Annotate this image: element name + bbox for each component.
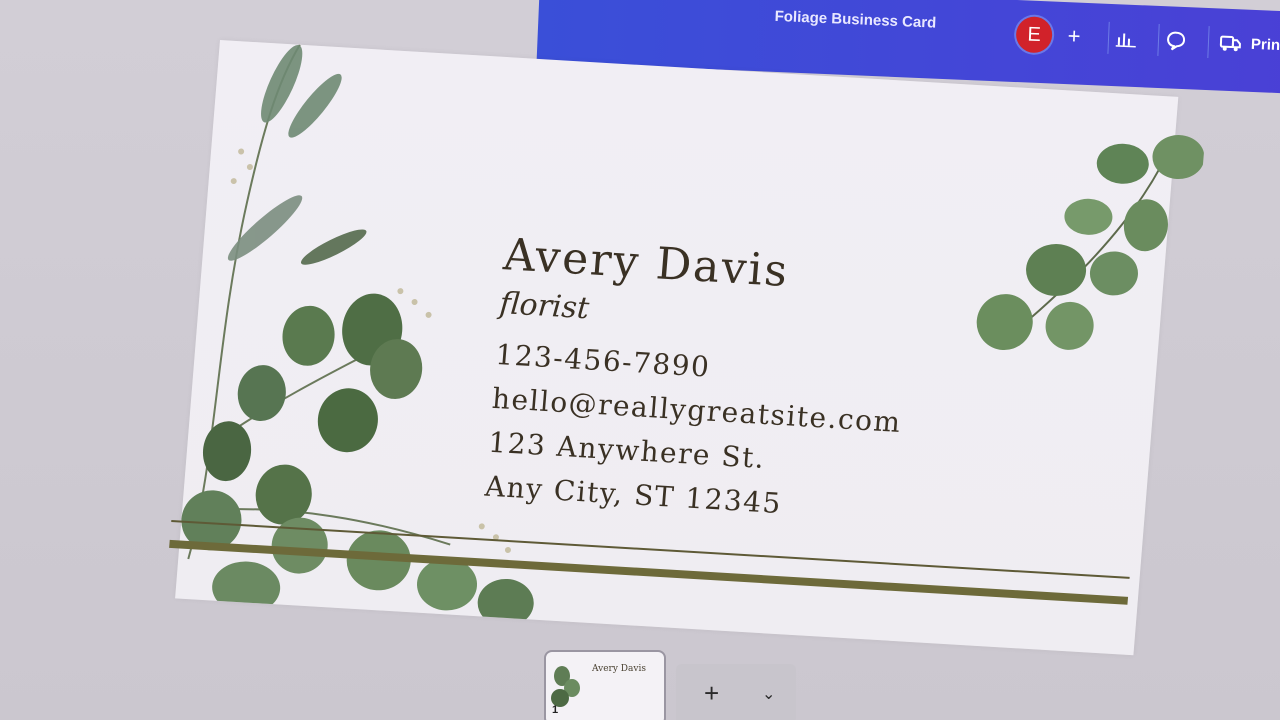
truck-icon (1219, 35, 1241, 52)
add-collaborator-button[interactable]: + (1057, 20, 1090, 53)
business-card-canvas[interactable]: Avery Davis florist 123-456-7890 hello@r… (169, 40, 1205, 656)
bar-chart-icon (1115, 33, 1136, 48)
editor-stage: Foliage Business Card E + Prin Avery Dav… (0, 0, 1280, 720)
insights-button[interactable] (1107, 21, 1144, 56)
page-number: 1 (552, 704, 559, 716)
plus-icon: + (704, 678, 720, 708)
page-thumbnail[interactable]: Avery Davis 1 (544, 650, 666, 720)
print-button[interactable]: Prin (1207, 26, 1280, 65)
document-title[interactable]: Foliage Business Card (774, 8, 936, 32)
thumbnail-name: Avery Davis (592, 664, 646, 674)
chevron-down-icon[interactable]: ⌄ (762, 684, 775, 703)
user-avatar[interactable]: E (1015, 16, 1053, 54)
comment-icon (1167, 31, 1186, 51)
print-label: Prin (1250, 35, 1280, 54)
comments-button[interactable] (1157, 23, 1194, 58)
card-text-block[interactable]: Avery Davis florist 123-456-7890 hello@r… (483, 229, 915, 532)
add-page-button[interactable]: + ⌄ (676, 664, 796, 720)
foliage-illustration-right (976, 135, 1205, 351)
plus-icon: + (1067, 23, 1082, 49)
